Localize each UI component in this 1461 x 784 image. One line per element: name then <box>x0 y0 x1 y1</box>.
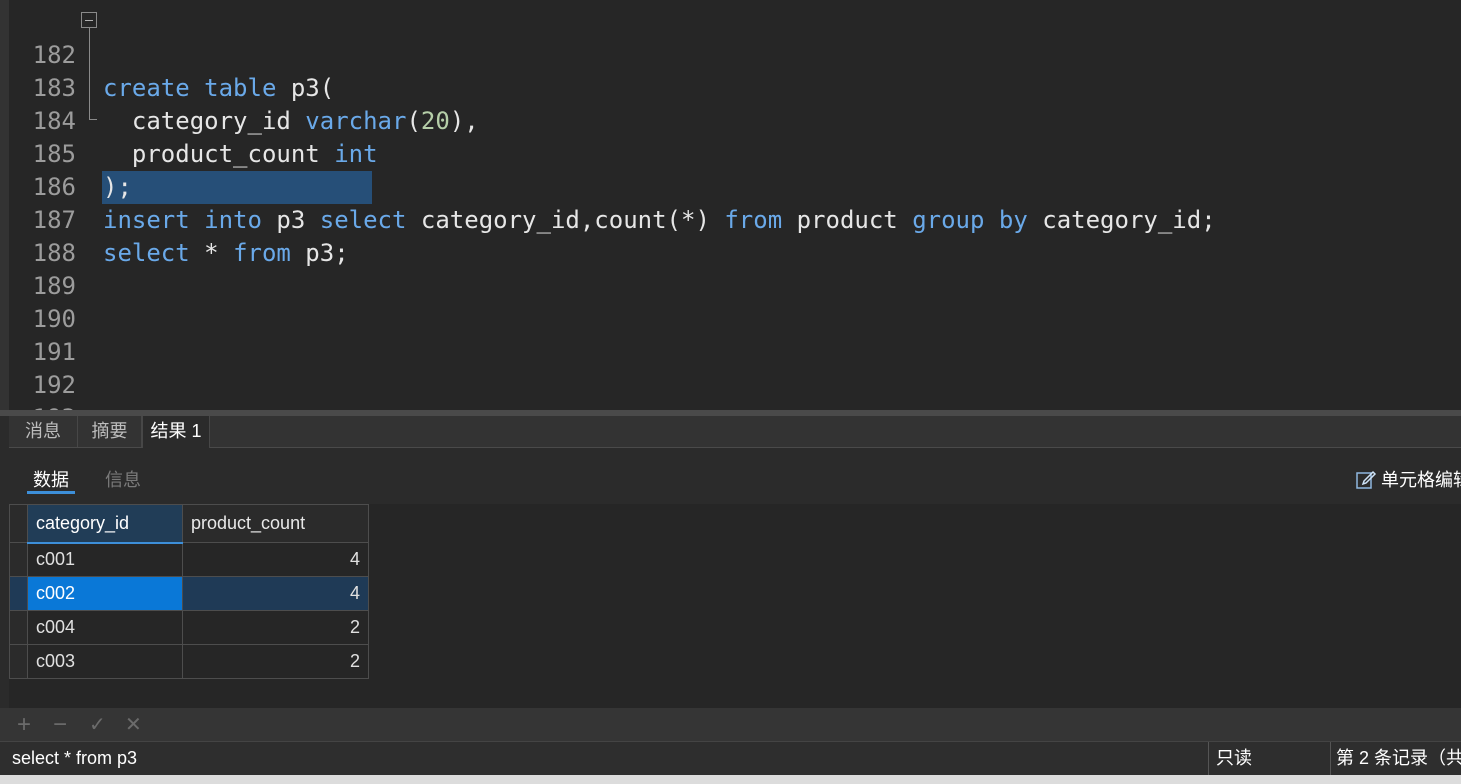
code-line: 184 product_count int <box>0 72 1461 168</box>
table-cell[interactable]: 2 <box>182 644 369 679</box>
subtab-active-indicator <box>27 491 75 494</box>
table-cell[interactable]: c003 <box>27 644 183 679</box>
result-tabbar: 消息 摘要 结果 1 <box>9 416 1461 448</box>
table-cell[interactable]: 4 <box>182 542 369 577</box>
code-line: 188 <box>0 204 1461 267</box>
table-cell[interactable]: c004 <box>27 610 183 645</box>
subtab-data[interactable]: 数据 <box>33 466 69 492</box>
result-grid-area: category_id product_count c001 4 c002 4 <box>9 504 1461 708</box>
status-record: 第 2 条记录（共 <box>1336 748 1461 768</box>
code-line: 187 select * from p3; <box>0 171 1461 267</box>
table-row-selected[interactable]: c002 4 <box>9 576 369 611</box>
row-marker[interactable] <box>9 576 28 611</box>
status-bar: select * from p3 只读 第 2 条记录（共 <box>0 741 1461 775</box>
table-row[interactable]: c003 2 <box>9 644 369 679</box>
status-mode: 只读 <box>1216 748 1252 768</box>
row-marker[interactable] <box>9 610 28 645</box>
code-line: 182 create table p3( <box>0 6 1461 102</box>
row-marker[interactable] <box>9 644 28 679</box>
status-divider <box>1330 742 1331 775</box>
table-cell[interactable]: 4 <box>182 576 369 611</box>
row-marker-header <box>9 504 28 543</box>
code-line: 185 ); <box>0 105 1461 201</box>
table-cell[interactable]: c002 <box>27 576 183 611</box>
cell-edit-button[interactable]: 单元格编辑 <box>1355 466 1461 492</box>
cell-edit-label: 单元格编辑 <box>1381 470 1461 490</box>
add-record-button[interactable]: + <box>17 711 31 739</box>
code-line: 183 category_id varchar(20), <box>0 39 1461 135</box>
subtab-info[interactable]: 信息 <box>105 466 141 492</box>
sql-editor[interactable]: 182 create table p3( 183 category_id var… <box>0 0 1461 410</box>
column-header[interactable]: product_count <box>182 504 369 543</box>
status-divider <box>1208 742 1209 775</box>
result-panel: 消息 摘要 结果 1 数据 信息 单元格编辑 category_id produ… <box>0 416 1461 708</box>
column-header[interactable]: category_id <box>27 504 183 544</box>
code-line: 192 <box>0 336 1461 399</box>
tab-summary[interactable]: 摘要 <box>78 416 142 447</box>
grid-toolbar: + − ✓ ✕ <box>0 708 1461 741</box>
discard-changes-button[interactable]: ✕ <box>125 711 142 739</box>
header-row: category_id product_count <box>9 504 369 544</box>
table-cell[interactable]: 2 <box>182 610 369 645</box>
window-bottom-edge <box>0 775 1461 784</box>
row-marker[interactable] <box>9 542 28 577</box>
table-row[interactable]: c001 4 <box>9 542 369 577</box>
delete-record-button[interactable]: − <box>53 711 67 739</box>
table-row[interactable]: c004 2 <box>9 610 369 645</box>
tab-messages[interactable]: 消息 <box>9 416 78 447</box>
code-line: 189 <box>0 237 1461 300</box>
code-line: 191 <box>0 303 1461 366</box>
code-line: 186 insert into p3 select category_id,co… <box>0 138 1461 234</box>
tab-result-1[interactable]: 结果 1 <box>142 416 210 448</box>
code-line: 193 <box>0 369 1461 410</box>
edit-icon <box>1356 470 1377 489</box>
result-grid: category_id product_count c001 4 c002 4 <box>9 504 369 679</box>
code-line: 190 <box>0 270 1461 333</box>
status-query: select * from p3 <box>12 748 138 768</box>
table-cell[interactable]: c001 <box>27 542 183 577</box>
line-number: 193 <box>26 402 76 410</box>
apply-changes-button[interactable]: ✓ <box>89 711 106 739</box>
